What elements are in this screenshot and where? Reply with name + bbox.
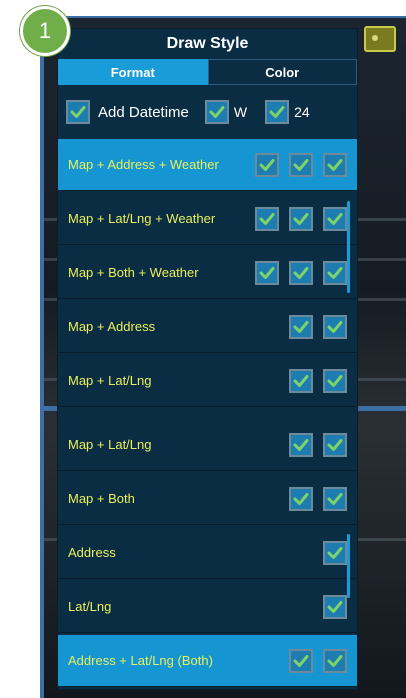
check-icon	[293, 654, 309, 667]
format-item-label: Map + Both + Weather	[68, 265, 199, 280]
format-item-label: Map + Both	[68, 491, 135, 506]
check-icon	[327, 600, 343, 613]
check-icon	[259, 212, 275, 225]
format-item-checkbox[interactable]	[289, 368, 313, 393]
check-icon	[209, 106, 225, 118]
format-list-item[interactable]: Map + Both	[58, 473, 357, 525]
format-item-checkbox[interactable]	[323, 368, 347, 393]
format-list-item[interactable]: Map + Address + Weather	[58, 139, 357, 191]
format-list-item[interactable]: Map + Address	[58, 301, 357, 353]
dialog-title: Draw Style	[166, 35, 249, 52]
tab-color[interactable]: Color	[207, 59, 357, 85]
format-item-checkbox[interactable]	[323, 260, 347, 285]
check-icon	[293, 374, 309, 387]
format-item-checkbox[interactable]	[255, 152, 279, 177]
format-item-label: Address	[68, 545, 116, 560]
check-icon	[327, 158, 343, 171]
map-icon[interactable]	[364, 26, 396, 52]
format-item-label: Map + Address	[68, 319, 156, 334]
format-item-checkbox[interactable]	[289, 152, 313, 177]
format-item-label: Map + Lat/Lng	[68, 437, 152, 452]
format-list-item[interactable]: Address + Lat/Lng (Both)	[58, 635, 357, 687]
options-row: Add Datetime W 24	[66, 97, 351, 127]
format-item-checkbox[interactable]	[289, 206, 313, 231]
check-icon	[293, 158, 309, 171]
add-datetime-label: Add Datetime	[98, 103, 189, 121]
format-item-checkboxes	[289, 368, 347, 393]
format-list-item[interactable]: Map + Both + Weather	[58, 247, 357, 299]
format-item-checkbox[interactable]	[289, 486, 313, 511]
format-item-checkbox[interactable]	[323, 594, 347, 619]
format-list-item[interactable]: Lat/Lng	[58, 581, 357, 633]
check-icon	[259, 158, 275, 171]
format-list-item[interactable]: Map + Lat/Lng	[58, 355, 357, 407]
check-icon	[327, 212, 343, 225]
check-icon	[293, 212, 309, 225]
format-item-checkboxes	[289, 432, 347, 457]
format-item-label: Lat/Lng	[68, 599, 112, 614]
format-item-checkbox[interactable]	[255, 206, 279, 231]
format-item-checkbox[interactable]	[289, 648, 313, 673]
check-icon	[269, 106, 285, 118]
step-badge: 1	[20, 6, 70, 56]
format-item-checkbox[interactable]	[323, 432, 347, 457]
format-item-checkboxes	[289, 314, 347, 339]
format-item-checkbox[interactable]	[323, 152, 347, 177]
check-icon	[327, 492, 343, 505]
format-item-checkboxes	[255, 152, 347, 177]
check-icon	[293, 320, 309, 333]
draw-style-dialog: Draw Style Format Color Add Datetime W 2…	[57, 28, 358, 690]
format-item-checkbox[interactable]	[289, 314, 313, 339]
tab-format[interactable]: Format	[58, 59, 208, 85]
format-item-label: Map + Lat/Lng	[68, 373, 152, 388]
add-datetime-checkbox[interactable]	[66, 100, 90, 124]
24h-label: 24	[294, 104, 310, 120]
tab-bar: Format Color	[58, 59, 357, 85]
check-icon	[327, 654, 343, 667]
scrollbar-bottom[interactable]	[347, 534, 350, 598]
format-item-label: Map + Address + Weather	[68, 157, 219, 172]
24h-checkbox[interactable]	[265, 100, 290, 124]
format-item-checkboxes	[255, 206, 347, 231]
format-item-checkbox[interactable]	[289, 260, 313, 285]
format-item-checkbox[interactable]	[289, 432, 313, 457]
check-icon	[259, 266, 275, 279]
format-item-checkbox[interactable]	[323, 540, 347, 565]
check-icon	[327, 320, 343, 333]
format-item-checkbox[interactable]	[323, 486, 347, 511]
check-icon	[70, 106, 86, 118]
check-icon	[293, 266, 309, 279]
format-item-checkboxes	[323, 594, 347, 619]
scrollbar-top[interactable]	[347, 201, 350, 293]
format-list-item[interactable]: Address	[58, 527, 357, 579]
check-icon	[327, 438, 343, 451]
w-checkbox[interactable]	[204, 100, 229, 124]
w-label: W	[233, 104, 248, 120]
check-icon	[293, 492, 309, 505]
check-icon	[327, 546, 343, 559]
format-item-label: Address + Lat/Lng (Both)	[68, 653, 213, 668]
format-item-checkbox[interactable]	[323, 648, 347, 673]
format-item-checkboxes	[323, 540, 347, 565]
format-item-checkboxes	[289, 486, 347, 511]
format-item-checkbox[interactable]	[255, 260, 279, 285]
format-list-item[interactable]: Map + Lat/Lng + Weather	[58, 193, 357, 245]
check-icon	[327, 374, 343, 387]
format-item-checkboxes	[255, 260, 347, 285]
format-item-checkboxes	[289, 648, 347, 673]
format-item-checkbox[interactable]	[323, 206, 347, 231]
format-list-item[interactable]: Map + Lat/Lng	[58, 419, 357, 471]
format-item-checkbox[interactable]	[323, 314, 347, 339]
check-icon	[327, 266, 343, 279]
check-icon	[293, 438, 309, 451]
format-item-label: Map + Lat/Lng + Weather	[68, 211, 216, 226]
